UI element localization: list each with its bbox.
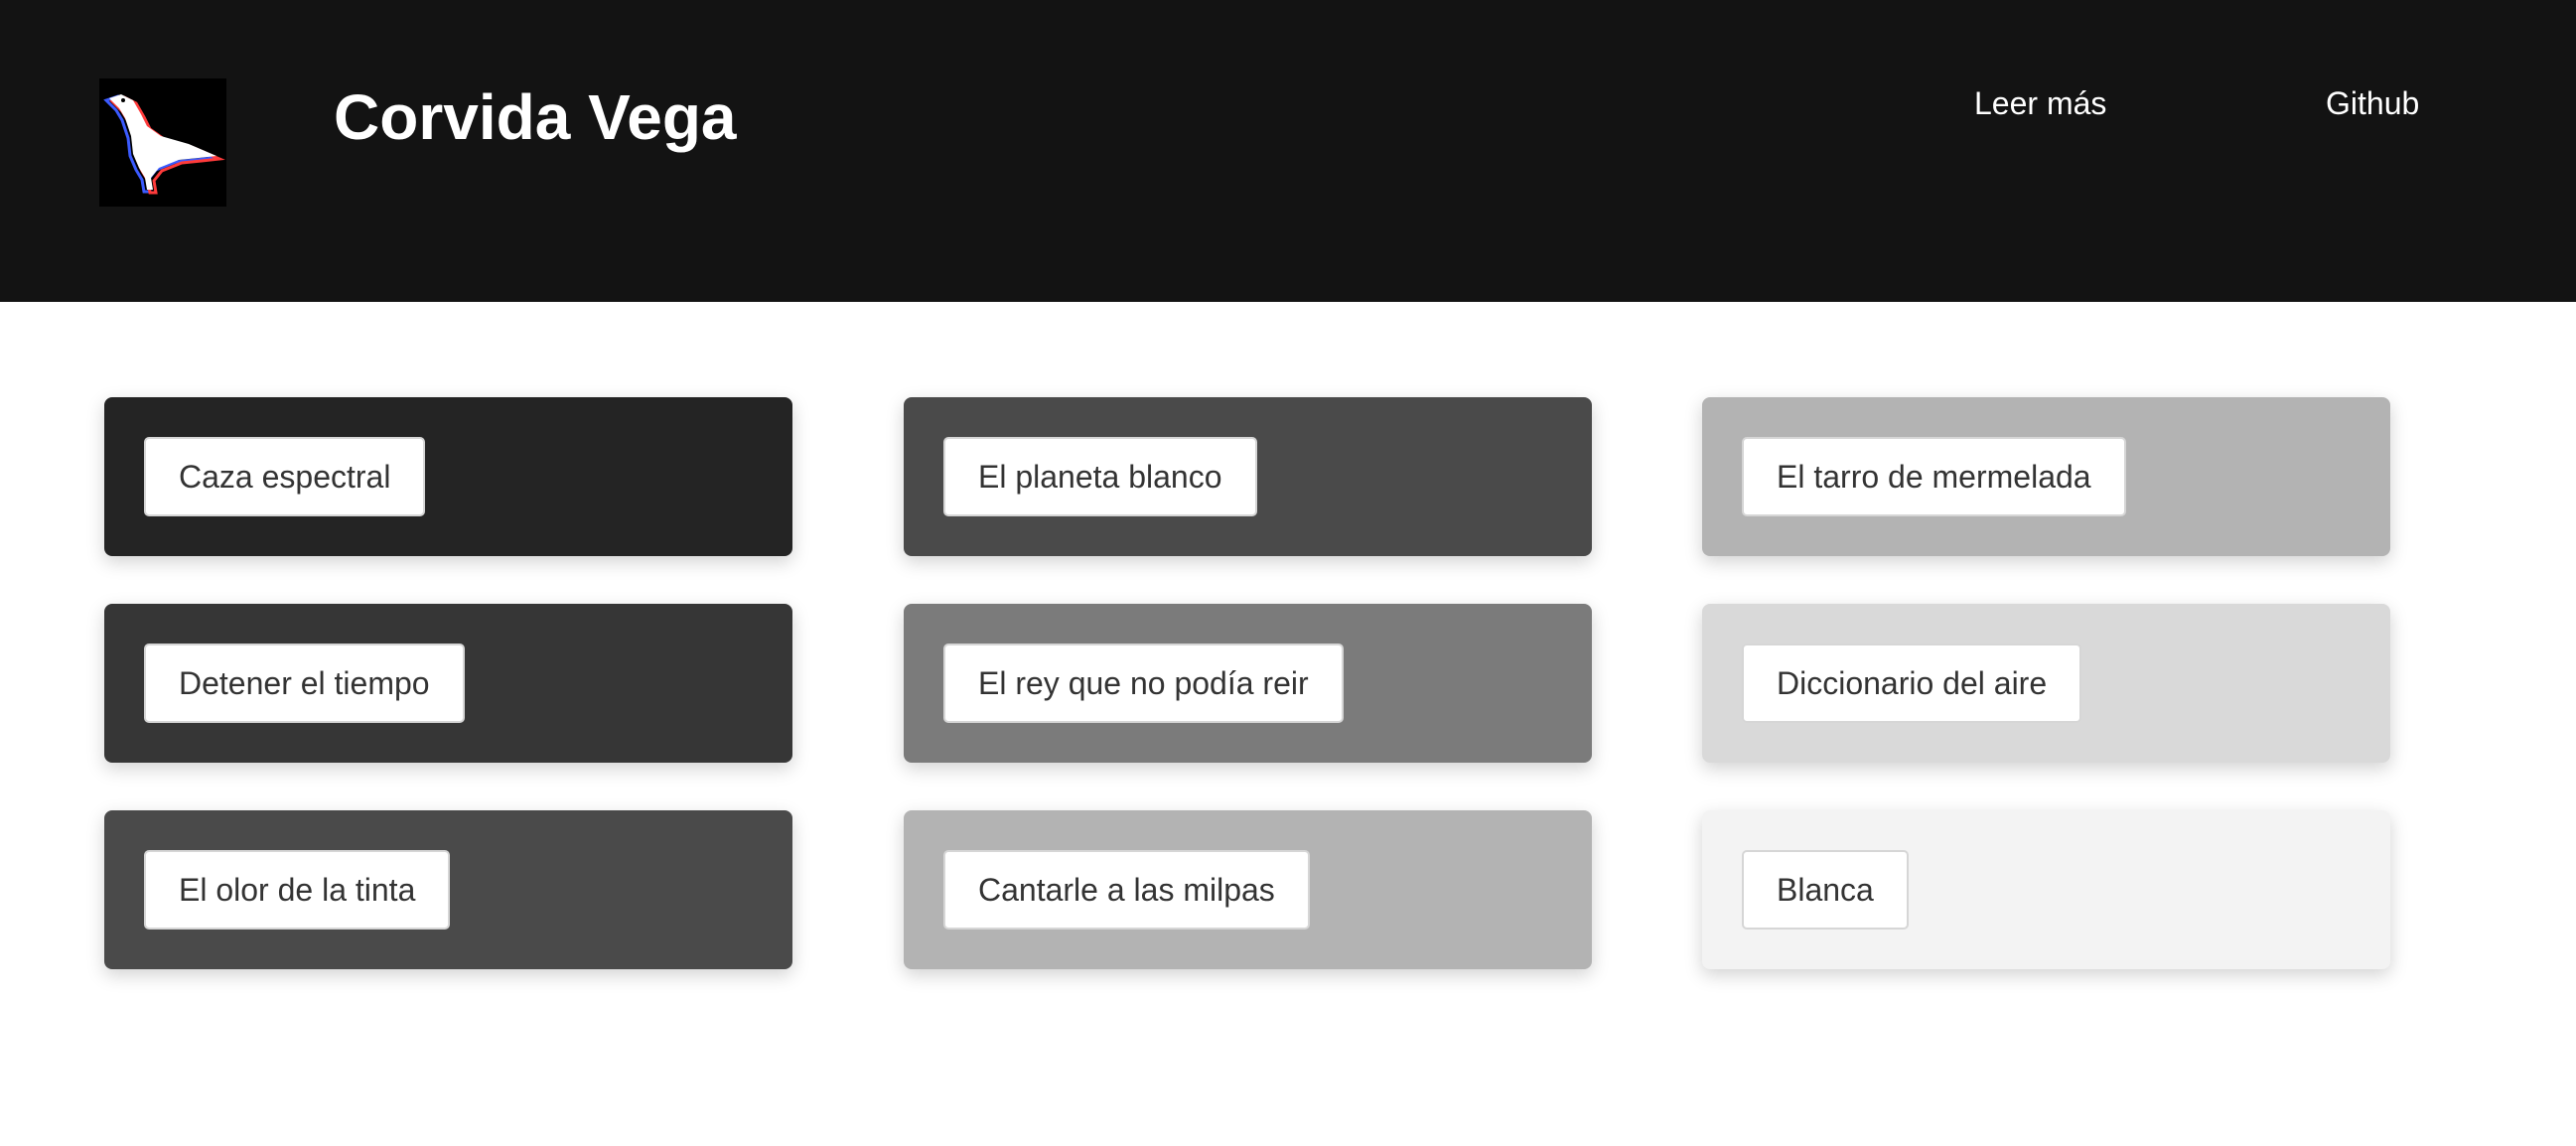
nav-link-leer-mas[interactable]: Leer más	[1974, 83, 2106, 123]
card-detener-el-tiempo: Detener el tiempo	[104, 604, 792, 763]
card-button-el-olor-de-la-tinta[interactable]: El olor de la tinta	[144, 850, 451, 930]
card-button-el-planeta-blanco[interactable]: El planeta blanco	[943, 437, 1257, 516]
card-el-tarro-de-mermelada: El tarro de mermelada	[1702, 397, 2390, 556]
card-cantarle-a-las-milpas: Cantarle a las milpas	[904, 810, 1592, 969]
crow-icon[interactable]	[99, 78, 226, 207]
card-el-rey-que-no-podia-reir: El rey que no podía reir	[904, 604, 1592, 763]
card-button-diccionario-del-aire[interactable]: Diccionario del aire	[1742, 644, 2082, 723]
site-title[interactable]: Corvida Vega	[334, 77, 737, 157]
card-button-caza-espectral[interactable]: Caza espectral	[144, 437, 426, 516]
card-button-detener-el-tiempo[interactable]: Detener el tiempo	[144, 644, 465, 723]
card-el-olor-de-la-tinta: El olor de la tinta	[104, 810, 792, 969]
card-blanca: Blanca	[1702, 810, 2390, 969]
card-button-cantarle-a-las-milpas[interactable]: Cantarle a las milpas	[943, 850, 1310, 930]
nav-link-github[interactable]: Github	[2326, 83, 2419, 123]
card-button-el-rey-que-no-podia-reir[interactable]: El rey que no podía reir	[943, 644, 1344, 723]
site-header: Corvida Vega Leer más Github	[0, 0, 2576, 302]
card-caza-espectral: Caza espectral	[104, 397, 792, 556]
card-el-planeta-blanco: El planeta blanco	[904, 397, 1592, 556]
card-button-blanca[interactable]: Blanca	[1742, 850, 1909, 930]
card-button-el-tarro-de-mermelada[interactable]: El tarro de mermelada	[1742, 437, 2126, 516]
card-diccionario-del-aire: Diccionario del aire	[1702, 604, 2390, 763]
